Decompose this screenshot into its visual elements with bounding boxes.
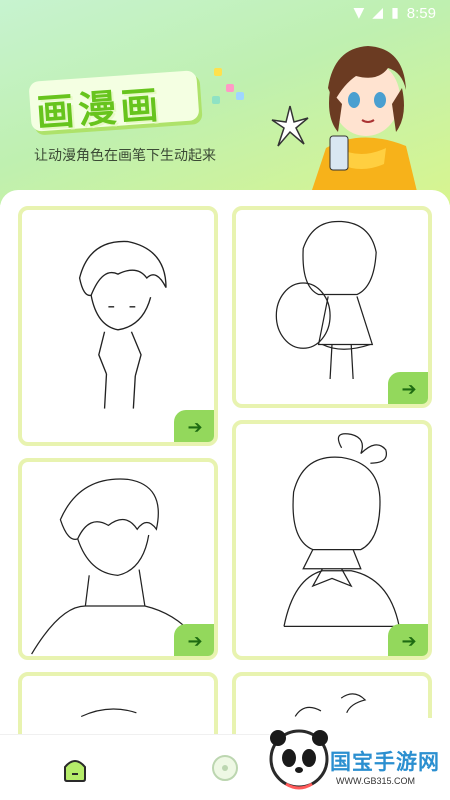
sketch-card-girl[interactable]: ➔ [232, 206, 432, 408]
open-sketch-button[interactable]: ➔ [174, 410, 214, 442]
signal-icon: ◢ [372, 5, 384, 21]
sketch-card-schoolgirl[interactable]: ➔ [232, 420, 432, 660]
status-time: 8:59 [406, 4, 436, 22]
wifi-icon: ▼ [353, 5, 365, 21]
sketch-card-teen[interactable]: ➔ [18, 458, 218, 660]
panda-logo-icon [269, 729, 329, 790]
watermark-url: WWW.GB315.COM [336, 776, 416, 786]
decor-dot [236, 92, 244, 100]
decor-dot [214, 68, 222, 76]
tab-home[interactable] [0, 735, 150, 800]
status-bar: ▼ ◢ ▮ 8:59 [0, 0, 450, 26]
sketch-gallery: ➔ ➔ ➔ ➔ [0, 190, 450, 750]
circle-icon [212, 754, 238, 781]
open-sketch-button[interactable]: ➔ [174, 624, 214, 656]
page-title: 画漫画 [34, 81, 164, 136]
battery-icon: ▮ [391, 5, 399, 21]
decor-dot [226, 84, 234, 92]
decor-dot [212, 96, 220, 104]
home-icon [64, 759, 86, 782]
boy-sketch-image [78, 240, 167, 409]
page-subtitle: 让动漫角色在画笔下生动起来 [34, 148, 216, 164]
watermark-text: 国宝手游网 [330, 750, 440, 774]
header-banner: 画漫画 让动漫角色在画笔下生动起来 [0, 0, 450, 205]
open-sketch-button[interactable]: ➔ [388, 372, 428, 404]
schoolgirl-sketch-image [283, 433, 400, 628]
hero-character-image [307, 46, 421, 205]
open-sketch-button[interactable]: ➔ [388, 624, 428, 656]
sketch-card-boy[interactable]: ➔ [18, 206, 218, 446]
